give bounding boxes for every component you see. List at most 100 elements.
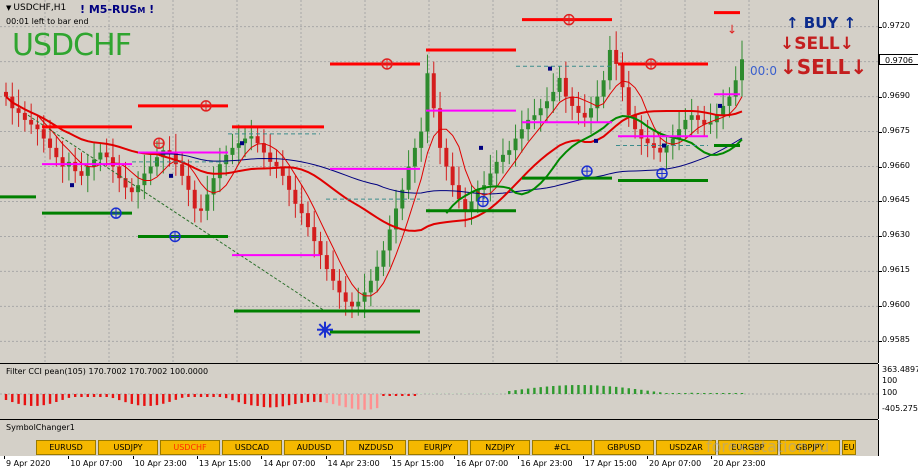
cci-bar	[344, 394, 347, 408]
cci-bar	[250, 394, 253, 406]
time-tick-label: 15 Apr 15:00	[391, 459, 444, 468]
main-chart-panel[interactable]: ↓ ▼ USDCHF,H1 ! M5-RUSM ! 00:01 left to b…	[0, 0, 878, 364]
time-tick-label: 13 Apr 15:00	[198, 459, 252, 468]
signal-square	[70, 183, 74, 188]
cci-bar	[331, 394, 335, 405]
cci-bar	[684, 393, 687, 394]
cci-bar	[382, 394, 385, 396]
cci-bar	[451, 393, 454, 394]
cci-bar	[476, 393, 479, 394]
symbol-button-hash-cl[interactable]: #CL	[532, 440, 592, 455]
zero-label: 00:0	[750, 64, 777, 78]
cci-bar	[306, 394, 310, 403]
cci-bar	[388, 394, 391, 396]
candle-body	[425, 73, 430, 132]
cci-bar	[457, 393, 461, 394]
symbol-button-eurjpy[interactable]: EURJPY	[408, 440, 468, 455]
time-tick-mark	[325, 456, 327, 459]
cci-bar	[659, 392, 662, 394]
cci-bar	[401, 394, 404, 396]
signal-square	[169, 173, 173, 178]
cci-tick: 100	[882, 376, 898, 385]
candle-body	[186, 175, 191, 190]
symbol-button-nzdusd[interactable]: NZDUSD	[346, 440, 406, 455]
cci-bar	[640, 389, 643, 394]
cci-bar	[621, 387, 624, 394]
candle-body	[576, 105, 581, 113]
time-tick-label: 17 Apr 15:00	[584, 459, 637, 468]
cci-bar	[407, 394, 410, 396]
price-chart[interactable]: ↓	[0, 0, 878, 363]
cci-bar	[67, 394, 71, 398]
time-tick-label: 20 Apr 07:00	[649, 459, 702, 468]
cci-bar	[256, 394, 259, 406]
cci-bar	[237, 394, 240, 403]
cci-bar	[646, 390, 649, 394]
cci-bar	[363, 394, 366, 410]
buy-circle-icon	[581, 165, 593, 177]
cci-bar	[275, 394, 278, 408]
time-tick-label: 14 Apr 23:00	[327, 459, 380, 468]
cci-bar	[696, 393, 700, 394]
candle-body	[35, 124, 40, 130]
cci-bar	[73, 394, 77, 397]
candle-body	[305, 213, 310, 228]
cci-bar	[445, 393, 448, 394]
candle-body	[456, 185, 461, 200]
symbol-button-eu[interactable]: EU	[842, 440, 856, 455]
candle-body	[293, 189, 298, 204]
cci-bar	[558, 385, 561, 394]
cci-bar	[426, 393, 429, 394]
cci-bar	[243, 394, 247, 405]
candle-body	[268, 152, 273, 162]
time-tick-mark	[647, 456, 648, 459]
candle-body	[324, 255, 329, 270]
time-tick-label: 14 Apr 07:00	[263, 459, 316, 468]
candle-body	[356, 301, 361, 307]
cci-bar	[570, 385, 574, 394]
candle-body	[589, 108, 594, 118]
price-tick-label: 0.9645	[882, 195, 910, 205]
symbol-button-usdchf[interactable]: USDCHF	[160, 440, 220, 455]
buy-circle-icon	[477, 195, 489, 208]
cci-bar	[577, 385, 580, 394]
cci-bar	[4, 394, 8, 400]
cci-bar	[80, 394, 83, 397]
candle-body	[658, 147, 663, 153]
symbol-button-usdcad[interactable]: USDCAD	[222, 440, 282, 455]
sell-signal-label: ↓SELL↓	[780, 34, 855, 54]
symbol-changer-axis	[878, 420, 918, 456]
symbol-button-usdjpy[interactable]: USDJPY	[98, 440, 158, 455]
symbol-button-nzdjpy[interactable]: NZDJPY	[470, 440, 530, 455]
candle-body	[255, 136, 260, 144]
cci-bar	[42, 394, 45, 406]
candle-body	[444, 147, 449, 167]
candle-body	[54, 147, 59, 158]
cci-axis: 363.4897 100 100 -405.2755	[878, 364, 918, 419]
cci-panel[interactable]: Filter CCI pean(105) 170.7002 170.7002 1…	[0, 364, 878, 420]
candle-body	[274, 161, 279, 167]
cci-bar	[533, 387, 536, 394]
symbol-button-audusd[interactable]: AUDUSD	[284, 440, 344, 455]
cci-bar	[287, 394, 291, 406]
candle-body	[463, 199, 468, 211]
cci-bar	[608, 386, 612, 394]
buy-signal-label: ↑ BUY ↑	[786, 14, 857, 32]
candle-body	[92, 159, 97, 167]
candle-body	[249, 136, 254, 139]
candle-body	[4, 91, 8, 97]
cci-bar	[596, 385, 599, 394]
cci-bar	[419, 393, 423, 394]
cci-bar	[325, 394, 329, 403]
cci-bar	[111, 394, 115, 399]
cci-bar	[514, 390, 517, 394]
cci-bar	[118, 394, 121, 401]
cci-bar	[564, 385, 568, 394]
candle-body	[205, 194, 210, 211]
candle-body	[217, 164, 222, 179]
symbol-button-gbpusd[interactable]: GBPUSD	[594, 440, 654, 455]
collapse-triangle-icon[interactable]: ▼	[6, 4, 11, 12]
symbol-button-eurusd[interactable]: EURUSD	[36, 440, 96, 455]
cci-bar	[99, 394, 102, 397]
cci-bar	[199, 394, 203, 397]
